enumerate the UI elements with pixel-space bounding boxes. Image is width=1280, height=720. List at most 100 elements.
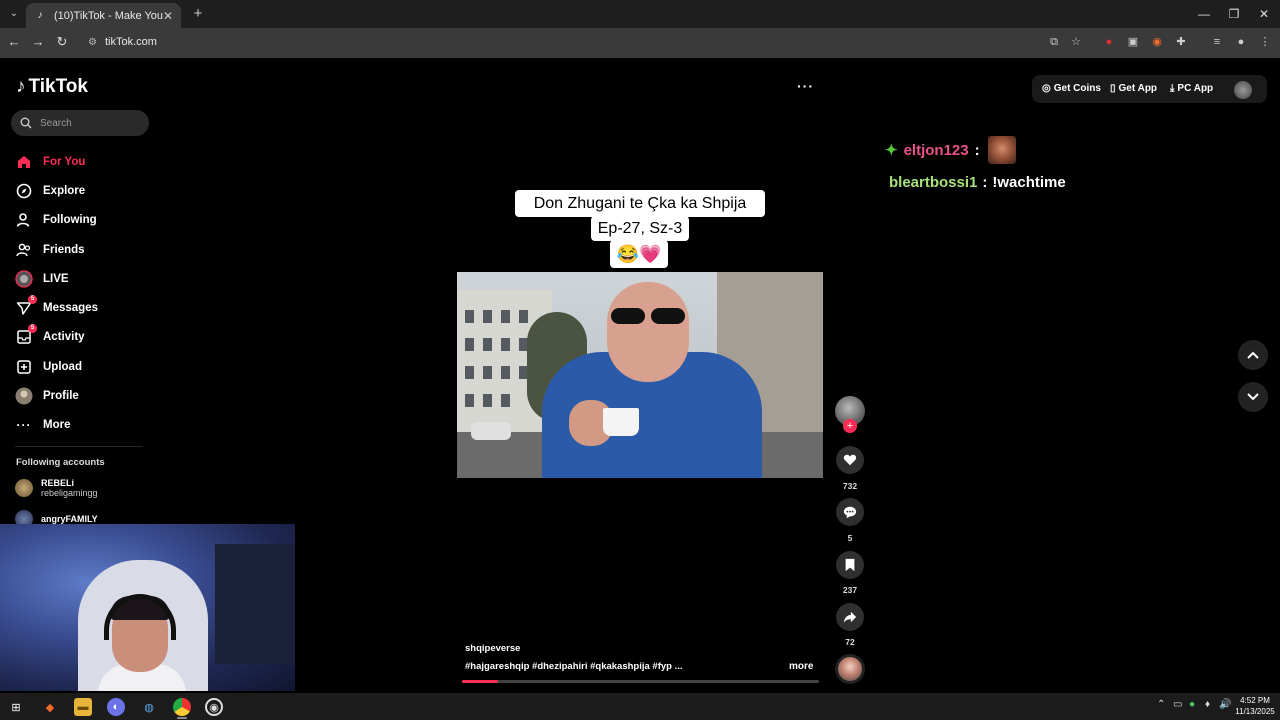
tab-close-icon[interactable]: ✕	[163, 9, 173, 23]
video-author[interactable]: shqipeverse	[465, 643, 520, 654]
extension-orange-icon[interactable]: ◉	[1149, 34, 1165, 50]
sidebar-item-label: Following	[43, 214, 97, 227]
tiktok-note-icon: ♪	[16, 76, 26, 97]
browser-toolbar: ← → ↻ ⚙ tikTok.com ⧉ ☆ ● ▣ ◉ ✚ ≡ ● ⋮	[0, 28, 1280, 56]
sidebar-item-messages[interactable]: 5 Messages	[15, 293, 155, 322]
next-video-button[interactable]	[1238, 382, 1268, 412]
header-actions: ◎ Get Coins ▯ Get App ⤓ PC App	[1032, 75, 1267, 103]
site-info-icon[interactable]: ⚙	[88, 37, 97, 48]
sidebar-item-explore[interactable]: Explore	[15, 176, 155, 205]
bookmark-star-icon[interactable]: ☆	[1068, 34, 1084, 50]
avatar-icon	[15, 387, 33, 405]
search-input[interactable]	[40, 117, 140, 129]
sidebar-item-label: For You	[43, 155, 86, 168]
restore-icon[interactable]: ❐	[1218, 0, 1250, 28]
volume-icon[interactable]: 🔊	[1219, 699, 1231, 710]
video-car	[471, 422, 511, 440]
tab-search-button[interactable]: ⌄	[4, 4, 24, 24]
chevron-down-icon	[1247, 393, 1259, 401]
comment-count: 5	[847, 533, 853, 543]
ellipsis-icon: ···	[16, 418, 32, 433]
sidebar-item-activity[interactable]: 5 Activity	[15, 323, 155, 352]
profile-avatar-icon[interactable]: ●	[1233, 34, 1249, 50]
sidebar-item-more[interactable]: ··· More	[15, 411, 155, 440]
minimize-icon[interactable]: —	[1188, 0, 1220, 28]
sidebar-item-label: Upload	[43, 360, 82, 373]
tray-network-icon[interactable]: ▭	[1173, 699, 1182, 710]
video-hashtags[interactable]: #hajgareshqip #dhezipahiri #qkakashpija …	[465, 661, 683, 672]
paper-plane-icon: 5	[15, 295, 37, 317]
chat-badge-icon: ✦	[885, 142, 898, 159]
sidebar-nav: For You Explore Following Friends LIVE 5…	[15, 147, 155, 440]
extensions-puzzle-icon[interactable]: ✚	[1173, 34, 1189, 50]
get-coins-label: Get Coins	[1053, 83, 1101, 94]
extension-mask-icon[interactable]: ▣	[1125, 34, 1141, 50]
window-close-icon[interactable]: ✕	[1248, 0, 1280, 28]
back-icon[interactable]: ←	[4, 32, 24, 52]
sidebar-item-live[interactable]: LIVE	[15, 264, 155, 293]
follow-plus-button[interactable]: +	[843, 419, 857, 433]
sidebar-item-following[interactable]: Following	[15, 206, 155, 235]
extension-red-icon[interactable]: ●	[1101, 34, 1117, 50]
music-disc-icon[interactable]	[835, 654, 865, 684]
comment-button[interactable]	[836, 498, 864, 526]
user-profile-avatar[interactable]	[1234, 81, 1252, 99]
tray-app-icon[interactable]: ●	[1189, 699, 1195, 710]
like-button[interactable]	[836, 446, 864, 474]
account-display-name: angryFAMILY	[41, 514, 98, 524]
tray-overflow-icon[interactable]: ⌃	[1157, 699, 1165, 710]
messages-badge: 5	[28, 295, 37, 305]
video-options-icon[interactable]: ···	[797, 78, 814, 94]
sidebar-item-profile[interactable]: Profile	[15, 381, 155, 410]
forward-icon[interactable]: →	[28, 32, 48, 52]
steam-icon[interactable]: ◍	[140, 698, 158, 716]
video-sunglasses	[607, 308, 689, 324]
address-bar[interactable]: ⚙ tikTok.com	[80, 31, 1090, 53]
obs-icon[interactable]: ◉	[205, 698, 223, 716]
pc-app-button[interactable]: ⤓ PC App	[1170, 83, 1213, 94]
comment-icon	[843, 506, 857, 519]
plus-square-icon	[15, 358, 33, 376]
search-box[interactable]	[11, 110, 149, 136]
brave-browser-icon[interactable]: ◆	[41, 698, 59, 716]
sidebar-item-for-you[interactable]: For You	[15, 147, 155, 176]
video-progress-bar[interactable]	[462, 680, 819, 683]
share-button[interactable]	[836, 603, 864, 631]
browser-tab[interactable]: ♪ (10)TikTok - Make Your Day ✕	[26, 3, 181, 28]
save-button[interactable]	[836, 551, 864, 579]
clock-time: 4:52 PM	[1240, 696, 1270, 705]
caption-more-button[interactable]: more	[789, 661, 813, 672]
microphone-icon[interactable]: ♦	[1205, 699, 1210, 710]
chat-message: bleartbossi1 : !wachtime	[889, 174, 1066, 191]
system-clock[interactable]: 4:52 PM 11/13/2025	[1233, 695, 1277, 717]
reading-list-icon[interactable]: ≡	[1209, 34, 1225, 50]
sidebar-item-friends[interactable]: Friends	[15, 235, 155, 264]
sidebar-divider	[15, 446, 143, 447]
get-app-button[interactable]: ▯ Get App	[1110, 83, 1157, 94]
new-tab-button[interactable]: +	[188, 4, 208, 24]
sidebar-item-label: Profile	[43, 390, 79, 403]
tiktok-logo[interactable]: ♪ TikTok	[16, 76, 88, 98]
reload-icon[interactable]: ↻	[52, 32, 72, 52]
sidebar-item-upload[interactable]: Upload	[15, 352, 155, 381]
get-coins-button[interactable]: ◎ Get Coins	[1042, 83, 1101, 94]
share-arrow-icon	[843, 611, 857, 623]
previous-video-button[interactable]	[1238, 340, 1268, 370]
sidebar-item-label: Friends	[43, 243, 85, 256]
discord-icon[interactable]: ◐	[107, 698, 125, 716]
chrome-menu-icon[interactable]: ⋮	[1257, 34, 1273, 50]
video-player[interactable]	[457, 272, 823, 478]
coin-icon: ◎	[1042, 83, 1051, 94]
tab-title: (10)TikTok - Make Your Day	[54, 9, 163, 22]
windows-start-icon[interactable]: ⊞	[7, 698, 25, 716]
file-explorer-icon[interactable]: ▬	[74, 698, 92, 716]
chrome-icon[interactable]	[173, 698, 191, 716]
heart-icon	[843, 454, 857, 466]
like-count: 732	[842, 481, 858, 491]
following-account[interactable]: REBELi rebeligamingg	[15, 478, 98, 498]
chat-username: eltjon123	[903, 141, 969, 159]
user-icon	[15, 211, 33, 229]
account-avatar	[15, 479, 33, 497]
tiktok-favicon-icon: ♪	[37, 9, 43, 21]
install-app-icon[interactable]: ⧉	[1046, 34, 1062, 50]
